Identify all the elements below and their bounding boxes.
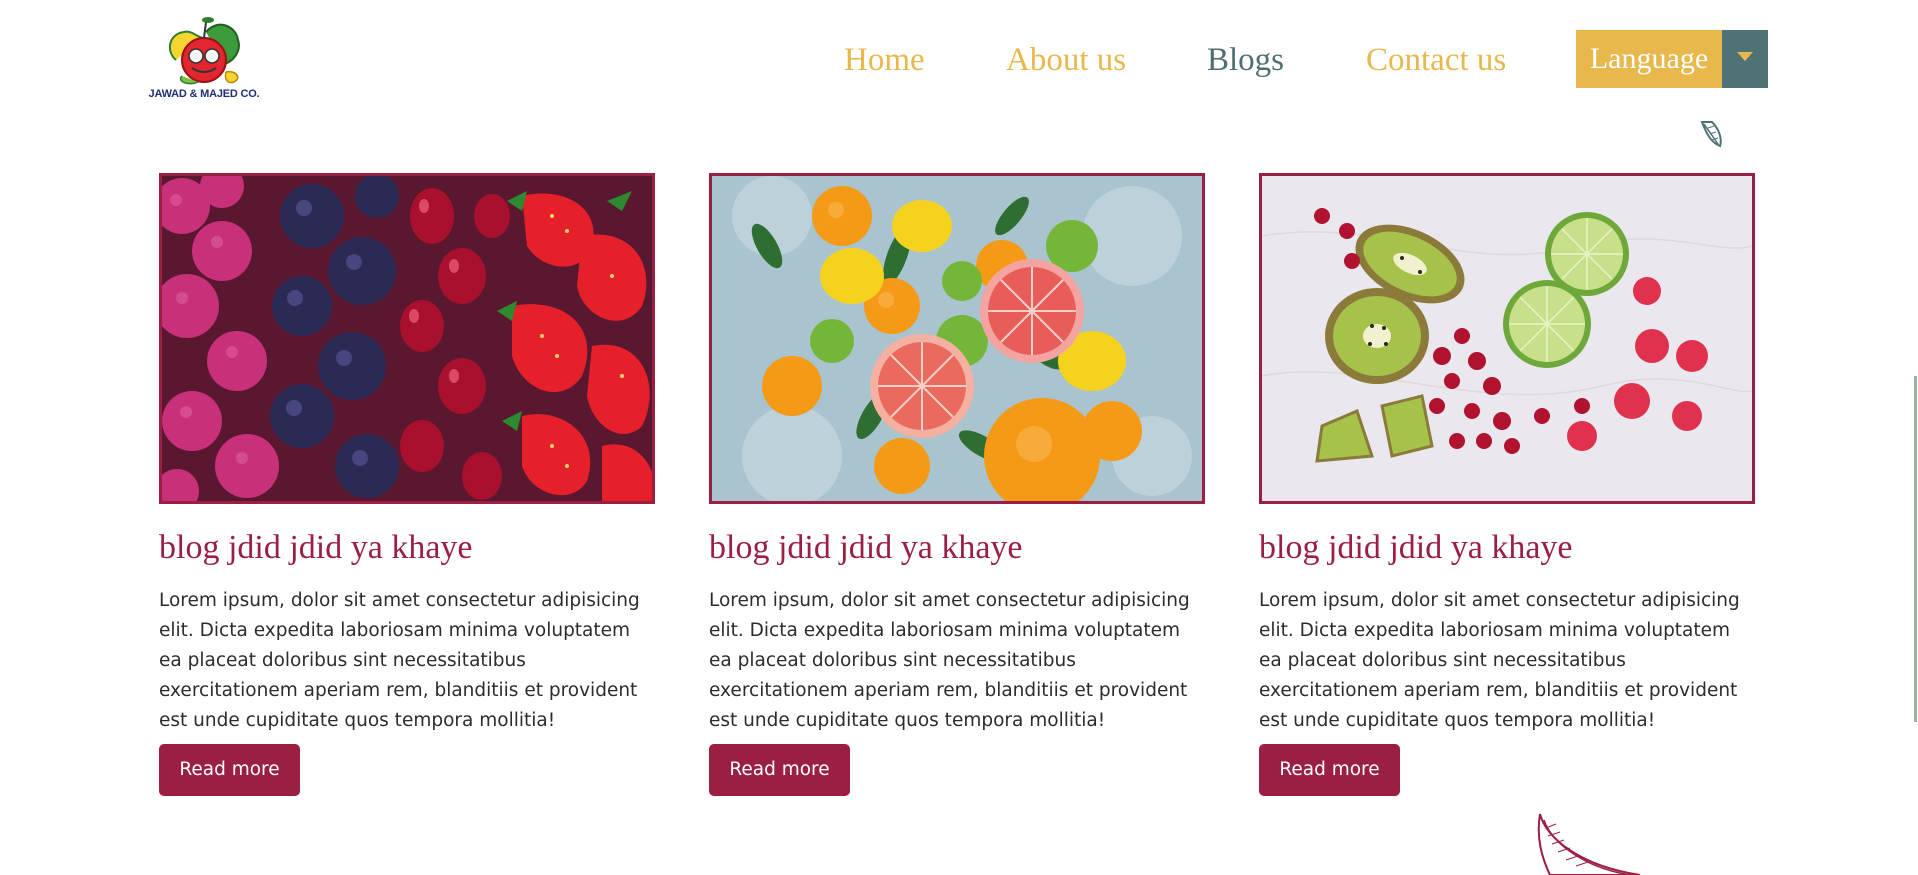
caret-down-icon: [1737, 52, 1753, 61]
blog-card-1: blog jdid jdid ya khaye Lorem ipsum, dol…: [159, 173, 655, 796]
blog-image-citrus[interactable]: [709, 173, 1205, 504]
blog-title[interactable]: blog jdid jdid ya khaye: [1259, 524, 1755, 572]
blog-image-kiwi-lime[interactable]: [1259, 173, 1755, 504]
language-dropdown-toggle[interactable]: [1722, 30, 1768, 88]
read-more-button[interactable]: Read more: [1259, 744, 1400, 796]
blog-excerpt: Lorem ipsum, dolor sit amet consectetur …: [709, 590, 1190, 731]
blog-title[interactable]: blog jdid jdid ya khaye: [709, 524, 1205, 572]
nav-home[interactable]: Home: [844, 30, 925, 90]
nav-about-us[interactable]: About us: [1006, 30, 1126, 90]
page: JAWAD & MAJED CO. Home About us Blogs Co…: [0, 0, 1918, 875]
citrus-photo-icon: [712, 176, 1202, 501]
blog-card-2: blog jdid jdid ya khaye Lorem ipsum, dol…: [709, 173, 1205, 796]
nav-blogs[interactable]: Blogs: [1207, 30, 1284, 90]
fruit-logo-icon: [168, 17, 240, 85]
read-more-button[interactable]: Read more: [159, 744, 300, 796]
blog-excerpt: Lorem ipsum, dolor sit amet consectetur …: [1259, 590, 1740, 731]
blog-excerpt: Lorem ipsum, dolor sit amet consectetur …: [159, 590, 640, 731]
language-button[interactable]: Language: [1576, 30, 1722, 88]
brand-logo[interactable]: JAWAD & MAJED CO.: [146, 12, 262, 108]
blog-image-berries[interactable]: [159, 173, 655, 504]
watermelon-sketch-icon: [1537, 813, 1641, 875]
blog-card-3: blog jdid jdid ya khaye Lorem ipsum, dol…: [1259, 173, 1755, 796]
blog-title[interactable]: blog jdid jdid ya khaye: [159, 524, 655, 572]
scroll-indicator[interactable]: [1914, 376, 1917, 722]
nav-contact-us[interactable]: Contact us: [1366, 30, 1506, 90]
leaf-sketch-icon: [1700, 121, 1722, 148]
read-more-button[interactable]: Read more: [709, 744, 850, 796]
kiwi-lime-berries-photo-icon: [1262, 176, 1752, 501]
logo-text: JAWAD & MAJED CO.: [148, 88, 260, 100]
site-header: JAWAD & MAJED CO. Home About us Blogs Co…: [0, 0, 1918, 120]
berries-photo-icon: [162, 176, 652, 501]
